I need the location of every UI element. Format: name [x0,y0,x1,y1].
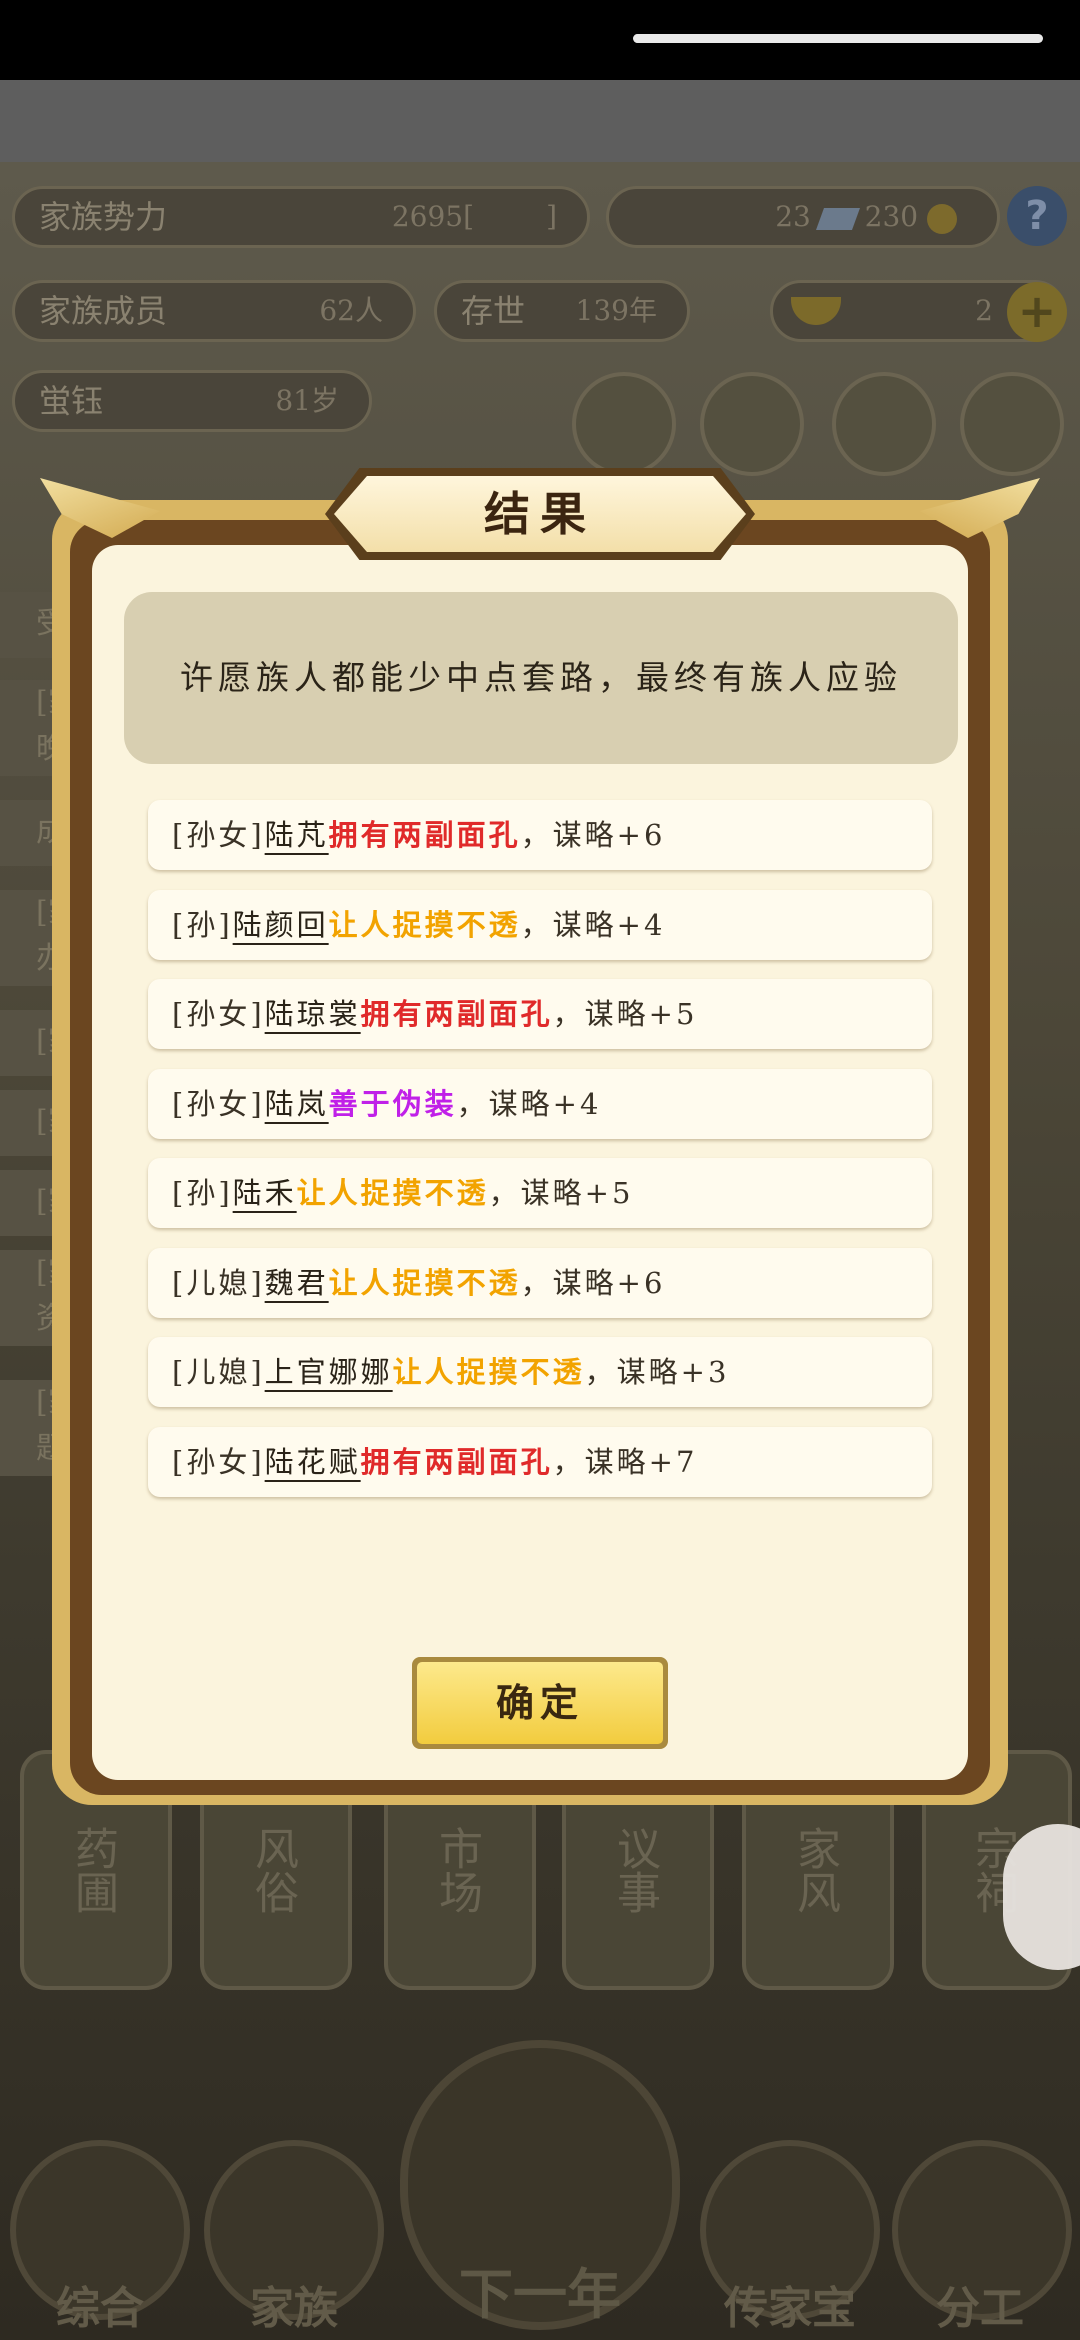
result-trait: 拥有两副面孔 [360,1444,553,1479]
dialog-title: 结果 [334,476,746,552]
next-year-label[interactable]: 下一年 [400,2250,680,2329]
nav-division-label[interactable]: 分工 [880,2272,1080,2336]
result-trait: 让人捉摸不透 [328,907,521,942]
system-status-bar [0,0,1080,80]
result-name: 陆琼裳 [264,997,361,1031]
help-icon[interactable]: ? [1007,186,1067,246]
result-stat: ，谋略+6 [520,1265,666,1300]
result-name: 陆岚 [264,1086,329,1121]
result-relation: [孙女] [172,818,265,852]
result-name: 陆禾 [232,1176,297,1210]
silver-icon [815,207,860,230]
add-gold-icon[interactable]: + [1007,282,1067,342]
elder-stat: 蛍钰 81岁 [12,370,372,432]
result-relation: [儿媳] [172,1265,265,1300]
result-relation: [孙] [172,1176,233,1210]
result-row: [孙女]陆花赋拥有两副面孔，谋略+7 [148,1426,932,1497]
members-value: 62人 [319,294,383,327]
result-relation: [孙女] [172,1086,265,1121]
result-trait: 善于伪装 [328,1086,457,1121]
currency-values: 23 230 [775,189,957,245]
round-button-3[interactable] [832,372,936,476]
currency-a-value: 23 [775,200,811,233]
exist-stat: 存世 139年 [434,280,690,342]
result-name: 陆颜回 [232,907,329,942]
power-value: 2695 [391,200,464,233]
result-name: 上官娜娜 [264,1355,393,1389]
result-name: 陆花赋 [264,1444,361,1479]
result-trait: 让人捉摸不透 [392,1355,585,1389]
result-row: [孙女]陆岚善于伪装，谋略+4 [148,1068,932,1139]
round-button-2[interactable] [700,372,804,476]
result-row: [孙]陆颜回让人捉摸不透，谋略+4 [148,889,932,960]
confirm-button-label: 确定 [417,1662,663,1744]
result-row: [儿媳]魏君让人捉摸不透，谋略+6 [148,1247,932,1318]
gold-ingot-icon [791,297,841,325]
confirm-button[interactable]: 确定 [412,1657,668,1749]
top-gap [0,80,1080,162]
result-row: [孙女]陆琼裳拥有两副面孔，谋略+5 [148,979,932,1049]
result-trait: 拥有两副面孔 [360,997,553,1031]
result-stat: ，谋略+6 [520,818,666,852]
result-relation: [儿媳] [172,1355,265,1389]
result-stat: ，谋略+4 [456,1086,602,1121]
exist-label: 存世 [461,292,526,330]
result-stat: ，谋略+7 [552,1444,698,1479]
elder-value: 81岁 [275,384,339,417]
round-button-4[interactable] [960,372,1064,476]
result-stat: ，谋略+3 [584,1355,730,1389]
nav-family-label[interactable]: 家族 [194,2272,394,2336]
gold-value: 2 [975,294,993,327]
result-relation: [孙女] [172,1444,265,1479]
nav-general-label[interactable]: 综合 [0,2272,200,2336]
nav-heirloom-label[interactable]: 传家宝 [690,2272,890,2336]
currency-stat: 23 230 [606,186,1000,248]
currency-b-value: 230 [864,200,919,233]
round-button-1[interactable] [572,372,676,476]
result-stat: ，谋略+4 [520,907,666,942]
result-row: [儿媳]上官娜娜让人捉摸不透，谋略+3 [148,1337,932,1407]
members-stat: 家族成员 62人 [12,280,416,342]
members-label: 家族成员 [39,292,168,330]
power-rank-open: [ [463,200,475,233]
exist-value: 139年 [575,294,657,327]
coin-icon [927,203,957,234]
power-stat: 家族势力 2695[] [12,186,590,248]
power-rank-close: ] [546,200,557,233]
result-name: 魏君 [264,1265,329,1300]
result-row: [孙女]陆芃拥有两副面孔，谋略+6 [148,800,932,870]
result-trait: 让人捉摸不透 [328,1265,521,1300]
result-relation: [孙女] [172,997,265,1031]
floating-assistant-button[interactable] [1003,1824,1080,1970]
result-trait: 拥有两副面孔 [328,818,521,852]
result-message: 许愿族人都能少中点套路，最终有族人应验 [124,592,958,764]
result-stat: ，谋略+5 [488,1176,634,1210]
result-relation: [孙] [172,907,233,942]
power-label: 家族势力 [39,198,168,236]
result-stat: ，谋略+5 [552,997,698,1031]
power-value-group: 2695[] [392,189,557,245]
result-name: 陆芃 [264,818,329,852]
result-row: [孙]陆禾让人捉摸不透，谋略+5 [148,1158,932,1228]
result-trait: 让人捉摸不透 [296,1176,489,1210]
home-indicator[interactable] [633,34,1043,43]
elder-label: 蛍钰 [39,382,104,420]
